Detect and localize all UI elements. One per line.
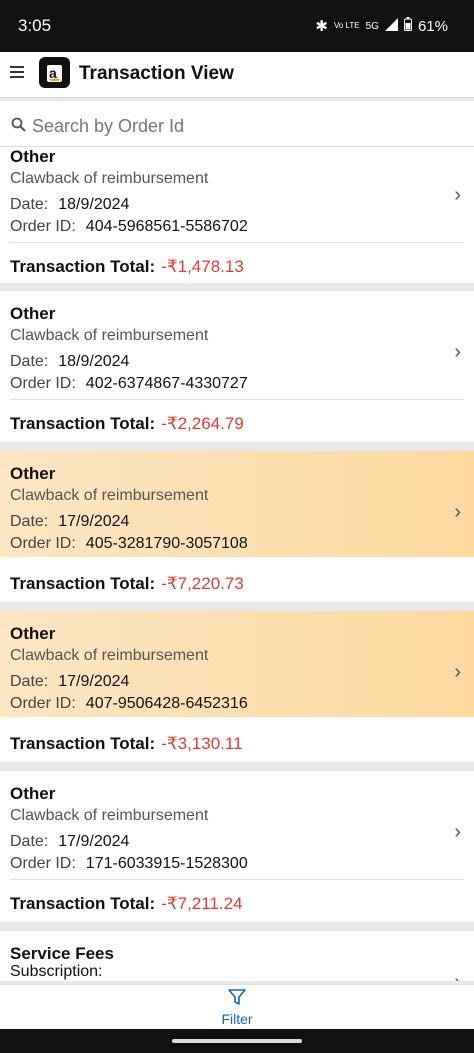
status-time: 3:05 (18, 16, 52, 35)
transaction-card[interactable]: Other Clawback of reimbursement Date: 18/… (0, 291, 474, 442)
transaction-card[interactable]: Other Clawback of reimbursement Date: 18/… (0, 147, 474, 283)
chevron-right-icon[interactable]: › (454, 341, 461, 364)
transaction-order-id: Order ID: 171-6033915-1528300 (10, 855, 248, 872)
page-title: Transaction View (79, 63, 234, 84)
chevron-right-icon[interactable]: › (454, 661, 461, 684)
transaction-card[interactable]: Other Clawback of reimbursement Date: 17/… (0, 611, 474, 762)
filter-icon (228, 989, 246, 1005)
status-icons: ✱ Vo LTE 5G 61% (315, 17, 448, 35)
transaction-description: Subscription: (10, 963, 103, 980)
transaction-total: Transaction Total: -₹7,211.24 (10, 894, 243, 913)
transaction-total: Transaction Total: -₹3,130.11 (10, 734, 243, 753)
transaction-order-id: Order ID: 402-6374867-4330727 (10, 375, 248, 392)
transaction-date: Date: 17/9/2024 (10, 673, 130, 690)
status-bar: 3:05 ✱ Vo LTE 5G 61% (0, 0, 474, 52)
volte-indicator: Vo LTE (333, 21, 360, 30)
transaction-description: Clawback of reimbursement (10, 170, 209, 187)
chevron-right-icon[interactable]: › (454, 184, 461, 207)
transaction-total: Transaction Total: -₹2,264.79 (10, 414, 244, 433)
transaction-order-id: Order ID: 407-9506428-6452316 (10, 695, 248, 712)
battery-icon (403, 17, 412, 35)
search-placeholder: Search by Order Id (32, 116, 185, 136)
network-type: 5G (365, 20, 379, 32)
transaction-date: Date: 18/9/2024 (10, 353, 130, 370)
transaction-card[interactable]: Other Clawback of reimbursement Date: 17/… (0, 451, 474, 602)
chevron-right-icon[interactable]: › (454, 821, 461, 844)
bluetooth-icon: ✱ (315, 18, 328, 35)
transaction-date: Date: 17/9/2024 (10, 513, 130, 530)
transaction-description: Clawback of reimbursement (10, 807, 209, 824)
search-icon (11, 117, 26, 132)
transaction-list[interactable]: Other Clawback of reimbursement Date: 18/… (0, 147, 474, 981)
transaction-description: Clawback of reimbursement (10, 487, 209, 504)
app-bar: a Transaction View (0, 52, 474, 98)
menu-icon[interactable] (10, 66, 24, 78)
transaction-card[interactable]: Service Fees Subscription: › (0, 931, 474, 981)
filter-label: Filter (221, 1011, 253, 1027)
search-input[interactable]: Search by Order Id (0, 101, 474, 147)
home-gesture-handle[interactable] (172, 1039, 302, 1043)
transaction-category: Other (10, 784, 56, 803)
chevron-right-icon[interactable]: › (454, 501, 461, 524)
app-logo: a (39, 57, 70, 88)
transaction-category: Service Fees (10, 944, 114, 963)
battery-percent: 61% (417, 17, 448, 35)
system-nav-bar (0, 1029, 474, 1053)
transaction-date: Date: 18/9/2024 (10, 196, 130, 213)
transaction-category: Other (10, 304, 56, 323)
transaction-order-id: Order ID: 404-5968561-5586702 (10, 218, 248, 235)
transaction-date: Date: 17/9/2024 (10, 833, 130, 850)
transaction-description: Clawback of reimbursement (10, 327, 209, 344)
signal-icon (384, 17, 398, 35)
transaction-card[interactable]: Other Clawback of reimbursement Date: 17/… (0, 771, 474, 922)
divider (10, 399, 464, 400)
transaction-total: Transaction Total: -₹1,478.13 (10, 257, 244, 276)
transaction-category: Other (10, 624, 56, 643)
transaction-category: Other (10, 147, 56, 166)
divider (10, 879, 464, 880)
chevron-right-icon[interactable]: › (454, 971, 461, 981)
filter-button[interactable]: Filter (212, 989, 262, 1027)
transaction-description: Clawback of reimbursement (10, 647, 209, 664)
transaction-total: Transaction Total: -₹7,220.73 (10, 574, 244, 593)
transaction-category: Other (10, 464, 56, 483)
transaction-order-id: Order ID: 405-3281790-3057108 (10, 535, 248, 552)
divider (10, 242, 464, 243)
bottom-bar: Filter (0, 984, 474, 1029)
